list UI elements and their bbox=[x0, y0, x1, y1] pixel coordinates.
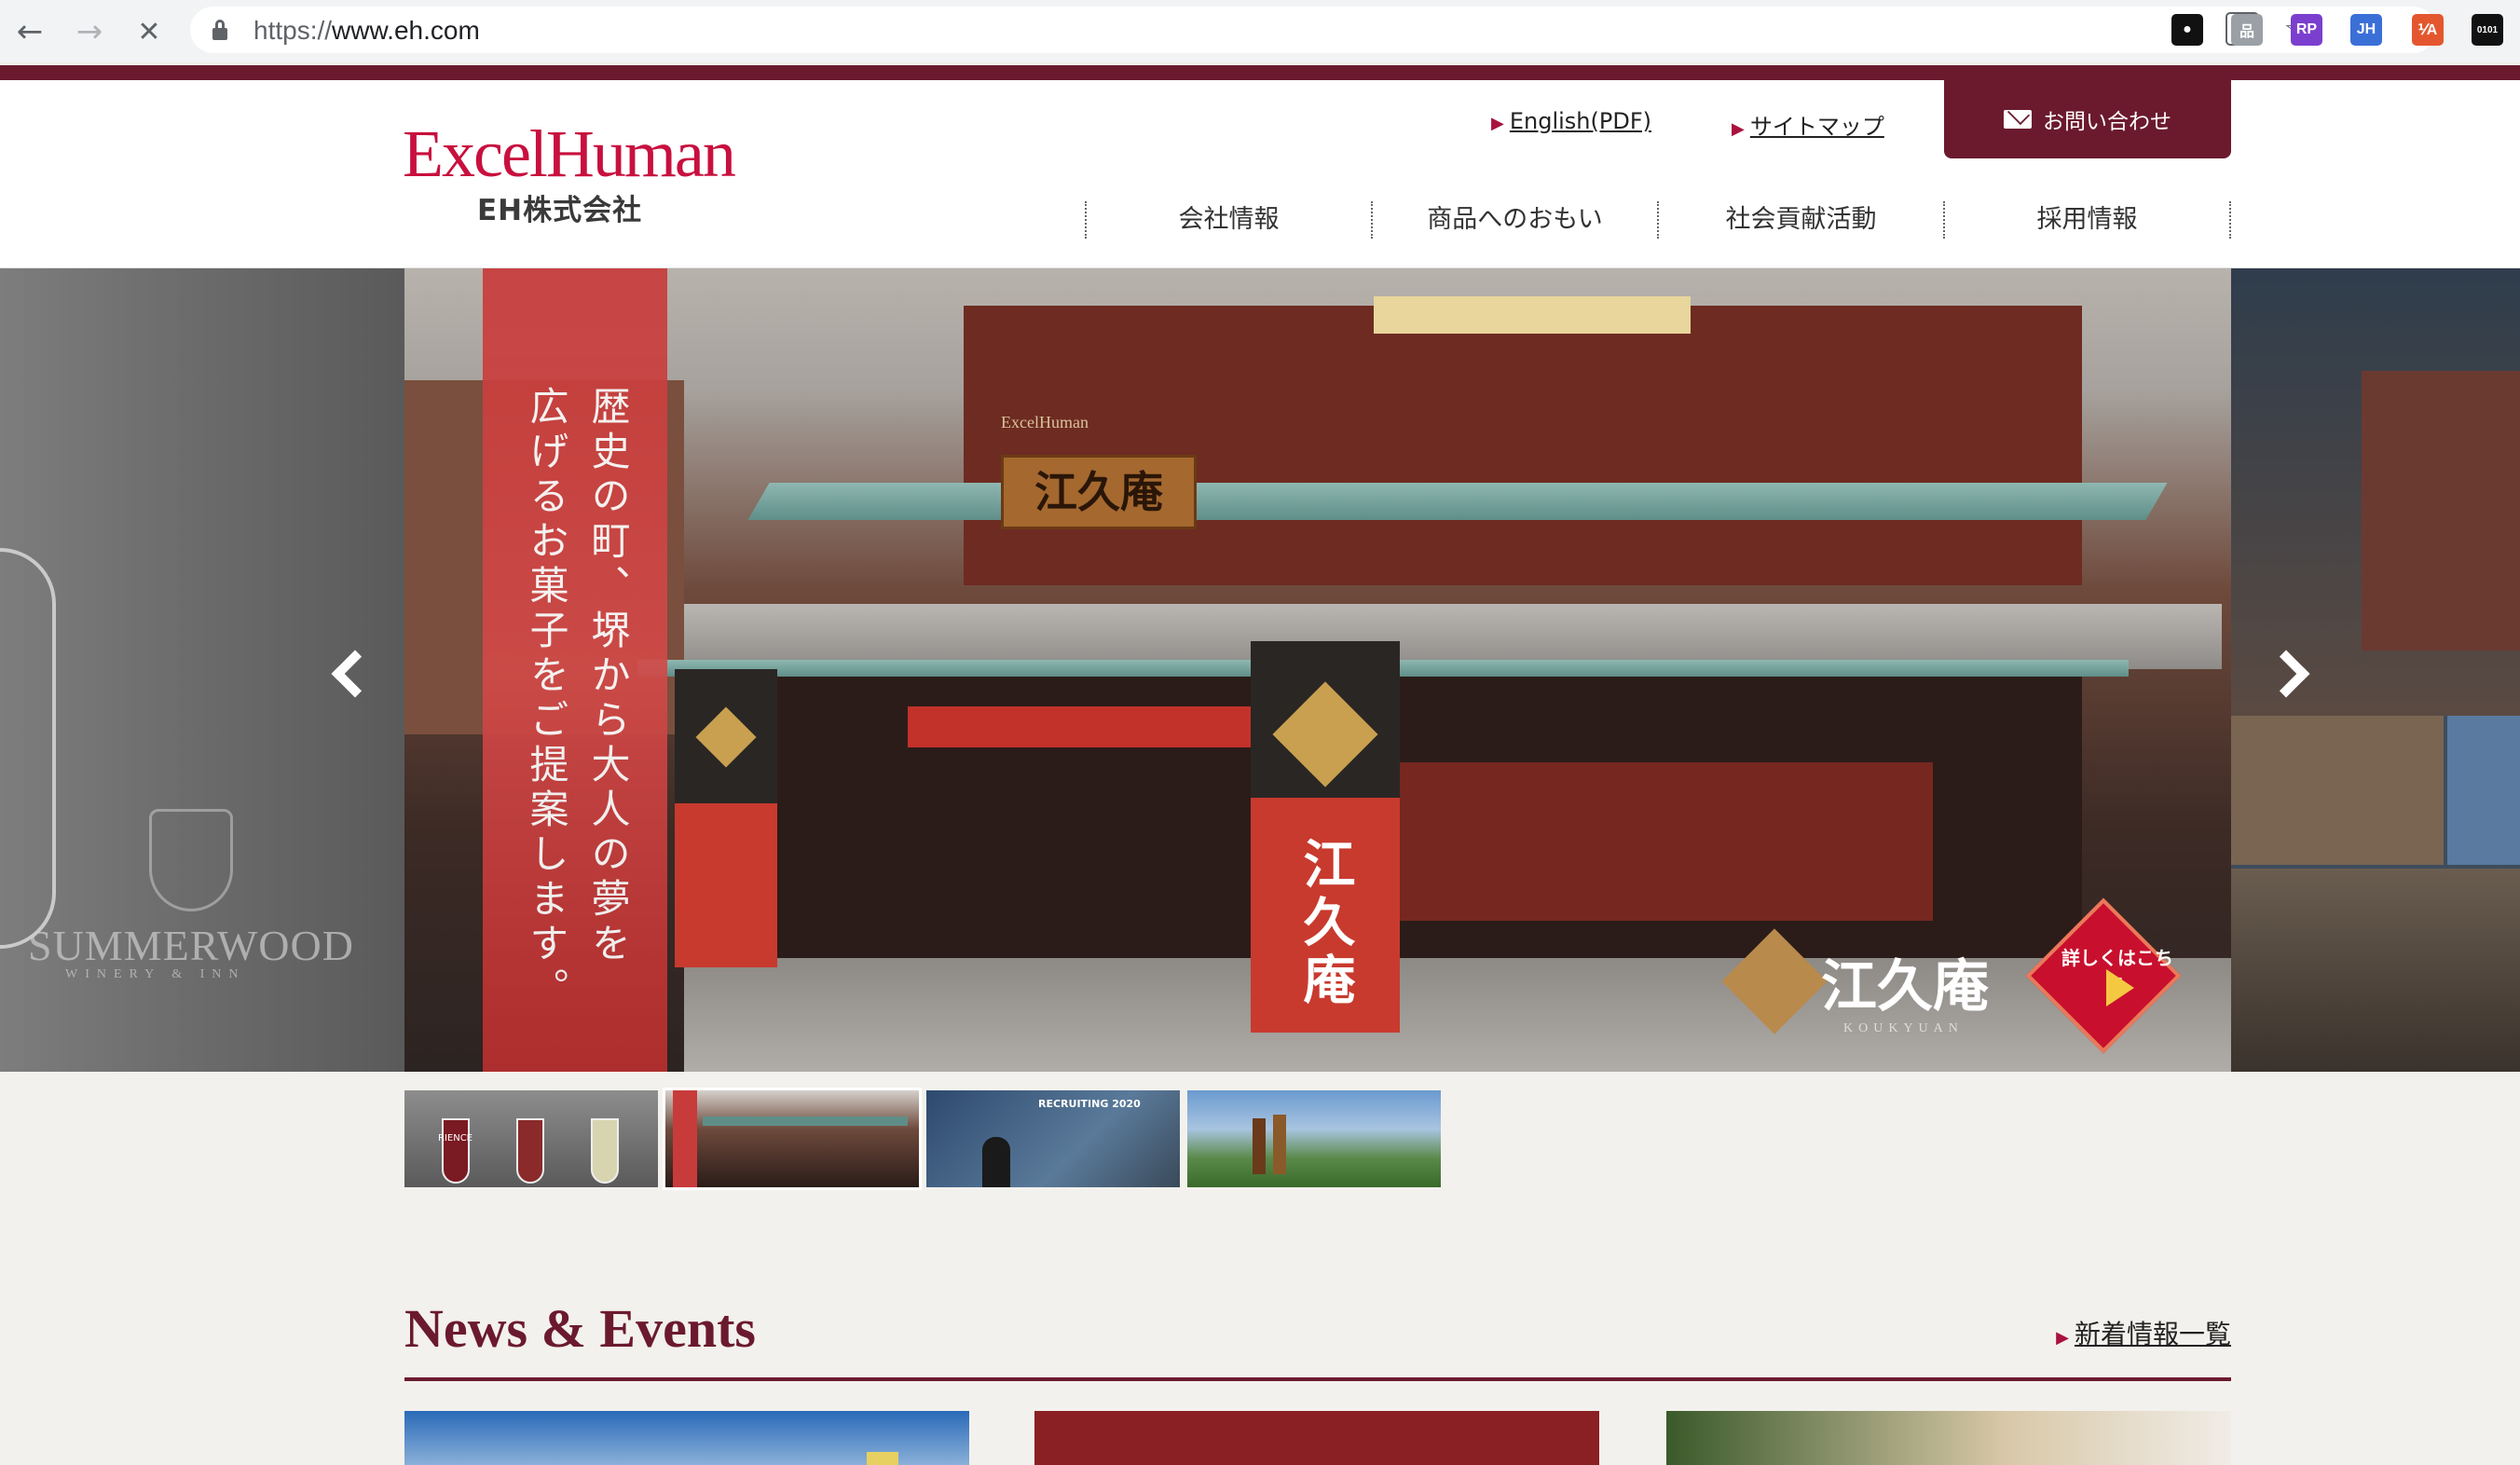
nav-products[interactable]: 商品へのおもい bbox=[1371, 201, 1657, 239]
site-top-bar bbox=[0, 65, 2520, 80]
shop-small-sign: ExcelHuman bbox=[1001, 413, 1089, 431]
paved-ground bbox=[684, 958, 2231, 1072]
craft-photo bbox=[2231, 716, 2444, 865]
chevron-left-icon bbox=[331, 650, 379, 698]
play-arrow-icon bbox=[2106, 969, 2134, 1006]
flag-text: 江久庵 bbox=[1294, 837, 1356, 1010]
english-pdf-link[interactable]: ▶ English(PDF) bbox=[1491, 108, 1651, 134]
news-card-1-image bbox=[867, 1452, 898, 1465]
contact-label: お問い合わせ bbox=[2043, 110, 2171, 134]
summerwood-brand: SUMMERWOOD bbox=[28, 922, 354, 969]
binary-ext-icon[interactable]: 0101 bbox=[2472, 14, 2503, 46]
thumbnail-caption: RIENCE bbox=[438, 1133, 472, 1143]
sitemap-link[interactable]: ▶ サイトマップ bbox=[1732, 108, 1884, 141]
news-list-link[interactable]: ▶ 新着情報一覧 bbox=[2056, 1314, 2231, 1351]
store-interior-photo bbox=[2231, 869, 2520, 1072]
back-icon: ← bbox=[16, 13, 44, 50]
thumbnail-roof bbox=[703, 1116, 908, 1126]
wine-glass-icon bbox=[591, 1118, 619, 1184]
tagline-line-1: 歴史の町、堺から大人の夢を bbox=[585, 386, 631, 967]
wine-glass-icon bbox=[516, 1118, 544, 1184]
office-building bbox=[2362, 371, 2520, 650]
diamond-crest-icon bbox=[695, 706, 757, 768]
shop-window-display bbox=[1374, 762, 1933, 921]
address-bar[interactable]: https://www.eh.com 文 ☆ bbox=[190, 7, 2436, 53]
wappalyzer-icon[interactable]: ⅟A bbox=[2412, 14, 2444, 46]
url-text: https://www.eh.com bbox=[253, 16, 480, 45]
stop-button[interactable]: ✕ bbox=[129, 11, 170, 52]
nav-company-info[interactable]: 会社情報 bbox=[1085, 201, 1371, 239]
thumbnail-landscape[interactable] bbox=[1187, 1090, 1441, 1187]
nav-recruit[interactable]: 採用情報 bbox=[1943, 201, 2231, 239]
upper-facade bbox=[964, 306, 2082, 585]
hero-main-slide[interactable]: 江久庵 ExcelHuman 江久庵 歴史の町、堺から大人の夢を 広げるお菓子を… bbox=[404, 268, 2231, 1072]
lock-icon bbox=[212, 20, 227, 40]
diamond-crest-icon bbox=[1272, 681, 1378, 787]
triangle-right-icon: ▶ bbox=[1491, 114, 1504, 133]
news-card-3[interactable] bbox=[1666, 1411, 2231, 1465]
news-section-title: News & Events bbox=[404, 1298, 756, 1359]
news-card-1[interactable] bbox=[404, 1411, 969, 1465]
contact-button[interactable]: お問い合わせ bbox=[1944, 80, 2231, 158]
chevron-right-icon bbox=[2262, 650, 2310, 698]
summerwood-brand-sub: WINERY & INN bbox=[65, 967, 246, 981]
site-header: ExcelHuman EH株式会社 ▶ English(PDF) ▶ サイトマップ … bbox=[0, 80, 2520, 268]
thumbnail-wine-glasses[interactable]: RIENCE bbox=[404, 1090, 658, 1187]
summerwood-crest-logo bbox=[149, 809, 233, 911]
github-icon[interactable]: ● bbox=[2171, 14, 2203, 46]
thumbnail-banner bbox=[673, 1090, 697, 1187]
carousel-thumbnails: RIENCE RECRUITING 2020 bbox=[404, 1088, 1441, 1190]
hero-carousel: SUMMERWOOD WINERY & INN 江久庵 ExcelHuman 江… bbox=[0, 268, 2520, 1072]
logo-excelhuman[interactable]: ExcelHuman bbox=[403, 116, 736, 193]
koukyuan-brand-name: 江久庵 bbox=[1821, 954, 1989, 1020]
bottle-shape bbox=[1273, 1115, 1286, 1174]
stop-icon: ✕ bbox=[137, 15, 161, 48]
person-silhouette bbox=[982, 1137, 1010, 1187]
news-divider bbox=[404, 1377, 2231, 1381]
triangle-right-icon: ▶ bbox=[1732, 119, 1745, 139]
thumbnail-caption: RECRUITING 2020 bbox=[1038, 1098, 1141, 1110]
shop-signboard: 江久庵 bbox=[1001, 455, 1197, 529]
wine-glass-image bbox=[0, 548, 56, 949]
koukyuan-brand-roman: KOUKYUAN bbox=[1843, 1021, 1964, 1035]
nav-csr[interactable]: 社会貢献活動 bbox=[1657, 201, 1943, 239]
logo-company-name[interactable]: EH株式会社 bbox=[477, 186, 642, 228]
blue-photo bbox=[2447, 716, 2520, 865]
upper-windows bbox=[1374, 296, 1691, 334]
mail-icon bbox=[2004, 110, 2032, 129]
carousel-next-button[interactable] bbox=[2253, 632, 2319, 716]
news-card-2[interactable] bbox=[1034, 1411, 1599, 1465]
forward-button[interactable]: → bbox=[69, 11, 110, 52]
rp-ext-icon[interactable]: RP bbox=[2291, 14, 2322, 46]
thumbnail-recruiting[interactable]: RECRUITING 2020 bbox=[926, 1090, 1180, 1187]
back-button[interactable]: ← bbox=[9, 11, 50, 52]
bottle-shape bbox=[1253, 1118, 1266, 1174]
triangle-right-icon: ▶ bbox=[2056, 1328, 2069, 1348]
forward-icon: → bbox=[75, 13, 103, 50]
browser-toolbar: ← → ✕ https://www.eh.com 文 ☆ ● 品 RP JH ⅟A 010… bbox=[0, 0, 2520, 62]
tagline-banner: 歴史の町、堺から大人の夢を 広げるお菓子をご提案します。 bbox=[483, 268, 667, 1072]
upper-roof bbox=[747, 483, 2168, 520]
tagline-line-2: 広げるお菓子をご提案します。 bbox=[524, 386, 569, 1012]
wine-glass-icon bbox=[442, 1118, 470, 1184]
flag-left bbox=[675, 669, 777, 967]
thumbnail-koukyuan-shop[interactable] bbox=[663, 1088, 922, 1190]
jh-ext-icon[interactable]: JH bbox=[2350, 14, 2382, 46]
carousel-prev-button[interactable] bbox=[322, 632, 388, 716]
sitemap-ext-icon[interactable]: 品 bbox=[2231, 14, 2263, 46]
flag-center: 江久庵 bbox=[1251, 641, 1400, 1033]
main-nav: 会社情報 商品へのおもい 社会貢献活動 採用情報 bbox=[1085, 201, 2231, 239]
